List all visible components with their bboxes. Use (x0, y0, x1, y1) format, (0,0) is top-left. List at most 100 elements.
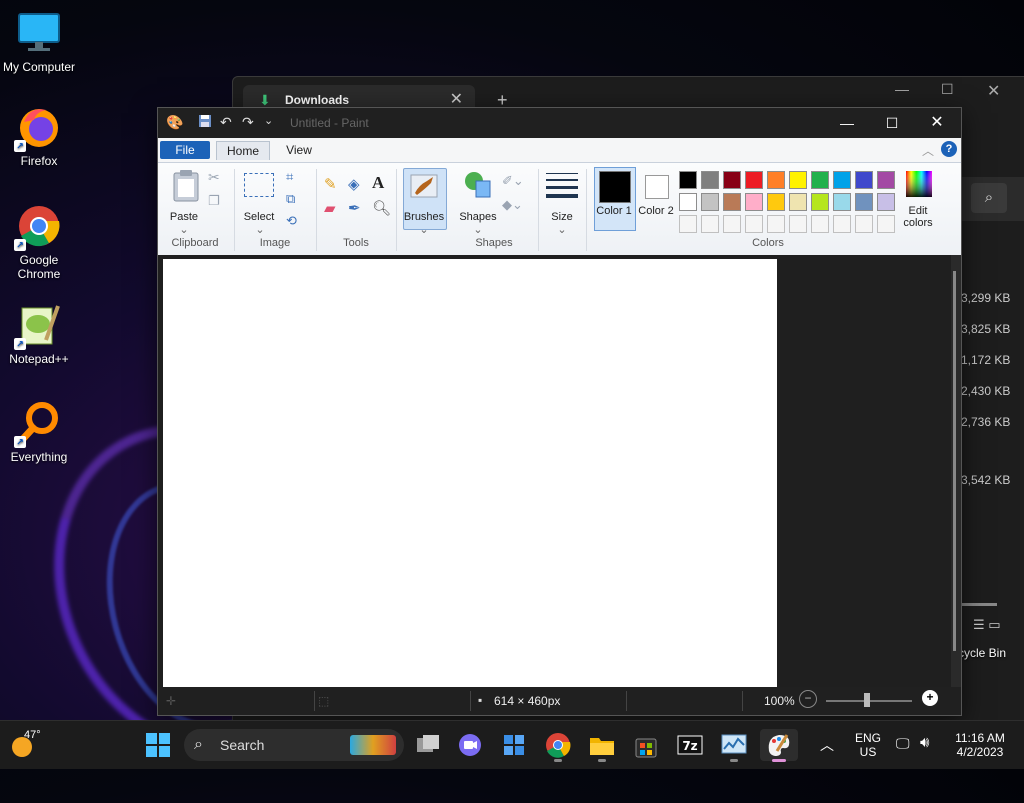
color-swatch[interactable] (701, 171, 719, 189)
select-icon[interactable] (244, 173, 274, 197)
zoom-slider-thumb[interactable] (864, 693, 870, 707)
taskbar-resource-monitor[interactable] (718, 729, 750, 762)
color-swatch[interactable] (833, 171, 851, 189)
weather-widget[interactable]: 47° (6, 729, 46, 761)
custom-color-slot[interactable] (767, 215, 785, 233)
explorer-close-icon[interactable]: ✕ (987, 81, 1000, 101)
color-swatch[interactable] (723, 171, 741, 189)
edit-colors-button[interactable]: Edit colors (898, 205, 938, 229)
recycle-bin-label[interactable]: cycle Bin (958, 646, 1006, 660)
taskbar-7zip[interactable]: 7z (674, 729, 706, 761)
vertical-scrollbar[interactable] (951, 255, 961, 687)
color-swatch[interactable] (679, 193, 697, 211)
color-swatch[interactable] (745, 193, 763, 211)
color-swatch[interactable] (877, 193, 895, 211)
magnifier-icon[interactable]: 🔍︎ (372, 199, 391, 217)
widgets-button[interactable] (498, 729, 530, 761)
color-swatch[interactable] (745, 171, 763, 189)
tab-view[interactable]: View (276, 141, 322, 159)
undo-icon[interactable]: ↶ (220, 114, 232, 131)
desktop-icon-google-chrome[interactable]: ↗ Google Chrome (0, 203, 78, 281)
fill-icon[interactable]: ◈ (348, 175, 360, 193)
teams-chat-button[interactable] (454, 729, 486, 761)
custom-color-slot[interactable] (811, 215, 829, 233)
copy-icon[interactable]: ❐ (208, 193, 220, 209)
drawing-canvas[interactable] (163, 259, 777, 687)
color-swatch[interactable] (833, 193, 851, 211)
resize-icon[interactable]: ⧉ (286, 191, 295, 207)
zoom-out-icon[interactable]: − (799, 690, 817, 708)
size-button[interactable]: Size (542, 211, 582, 223)
explorer-horizontal-scrollbar[interactable] (961, 603, 997, 606)
color2-swatch[interactable] (645, 175, 669, 199)
custom-color-slot[interactable] (679, 215, 697, 233)
explorer-minimize-icon[interactable]: — (895, 81, 909, 97)
brushes-dropdown-icon[interactable]: ⌄ (416, 223, 432, 236)
color-swatch[interactable] (789, 193, 807, 211)
color-swatch[interactable] (723, 193, 741, 211)
size-dropdown-icon[interactable]: ⌄ (554, 223, 570, 236)
explorer-search-icon[interactable]: ⌕ (971, 183, 1007, 213)
custom-color-slot[interactable] (855, 215, 873, 233)
volume-icon[interactable]: 🔊︎ (920, 734, 929, 751)
minimize-ribbon-icon[interactable]: ︿ (922, 142, 934, 159)
line-size-icon[interactable] (546, 171, 578, 204)
show-hidden-icons[interactable]: ︿ (820, 735, 834, 755)
network-icon[interactable]: 🖵︎ (896, 735, 910, 752)
zoom-in-icon[interactable]: + (922, 690, 938, 706)
crop-icon[interactable]: ⌗ (286, 169, 293, 185)
save-icon[interactable] (198, 114, 212, 131)
custom-color-slot[interactable] (701, 215, 719, 233)
paint-title-bar[interactable]: 🎨 ↶ ↷ ⌄ Untitled - Paint — ☐ ✕ (158, 108, 961, 138)
vertical-scrollbar-thumb[interactable] (953, 271, 956, 651)
color1-swatch[interactable] (599, 171, 631, 203)
select-dropdown-icon[interactable]: ⌄ (252, 223, 268, 236)
clock[interactable]: 11:16 AM 4/2/2023 (948, 731, 1012, 759)
color-swatch[interactable] (767, 171, 785, 189)
brush-icon[interactable] (409, 171, 439, 206)
taskbar-chrome[interactable] (542, 729, 574, 762)
color-swatch[interactable] (877, 171, 895, 189)
color-swatch[interactable] (855, 193, 873, 211)
custom-color-slot[interactable] (789, 215, 807, 233)
text-icon[interactable]: A (372, 173, 384, 193)
desktop-icon-firefox[interactable]: ↗ Firefox (0, 104, 78, 168)
eraser-icon[interactable]: ▰ (324, 199, 336, 217)
custom-color-slot[interactable] (723, 215, 741, 233)
close-button[interactable]: ✕ (917, 112, 957, 134)
paint-window[interactable]: 🎨 ↶ ↷ ⌄ Untitled - Paint — ☐ ✕ File Home… (157, 107, 962, 716)
redo-icon[interactable]: ↷ (242, 114, 254, 131)
tiles-view-icon[interactable]: ▭ (988, 617, 1000, 632)
desktop-icon-everything[interactable]: ↗ Everything (0, 400, 78, 464)
custom-color-slot[interactable] (745, 215, 763, 233)
desktop-icon-my-computer[interactable]: My Computer (0, 10, 78, 74)
color-swatch[interactable] (855, 171, 873, 189)
shapes-icon[interactable] (462, 169, 494, 206)
select-button[interactable]: Select (238, 211, 280, 223)
color-swatch[interactable] (811, 171, 829, 189)
tab-file[interactable]: File (160, 141, 210, 159)
minimize-button[interactable]: — (827, 112, 867, 134)
taskbar-paint[interactable] (760, 729, 798, 762)
taskbar-search[interactable]: ⌕ Search (184, 729, 404, 761)
details-view-icon[interactable]: ☰ (973, 617, 985, 632)
pencil-icon[interactable]: ✎ (324, 175, 337, 193)
explorer-maximize-icon[interactable]: ☐ (941, 81, 954, 98)
paste-button[interactable]: Paste (164, 211, 204, 223)
start-button[interactable] (142, 729, 174, 761)
edit-colors-icon[interactable] (904, 169, 934, 199)
paste-dropdown-icon[interactable]: ⌄ (176, 223, 192, 236)
color-swatch[interactable] (679, 171, 697, 189)
color-picker-icon[interactable]: ✒ (348, 199, 361, 217)
customize-quick-access-icon[interactable]: ⌄ (264, 114, 273, 127)
desktop-icon-notepad-plus-plus[interactable]: ↗ Notepad++ (0, 302, 78, 366)
task-view-button[interactable] (412, 729, 444, 761)
tab-home[interactable]: Home (216, 141, 270, 160)
color-swatch[interactable] (701, 193, 719, 211)
taskbar-store[interactable] (630, 729, 662, 761)
fill-style-icon[interactable]: ◆⌄ (502, 197, 523, 213)
cut-icon[interactable]: ✂ (208, 169, 220, 186)
canvas-workspace[interactable] (158, 255, 951, 687)
custom-color-slot[interactable] (833, 215, 851, 233)
color2-label[interactable]: Color 2 (636, 205, 676, 217)
